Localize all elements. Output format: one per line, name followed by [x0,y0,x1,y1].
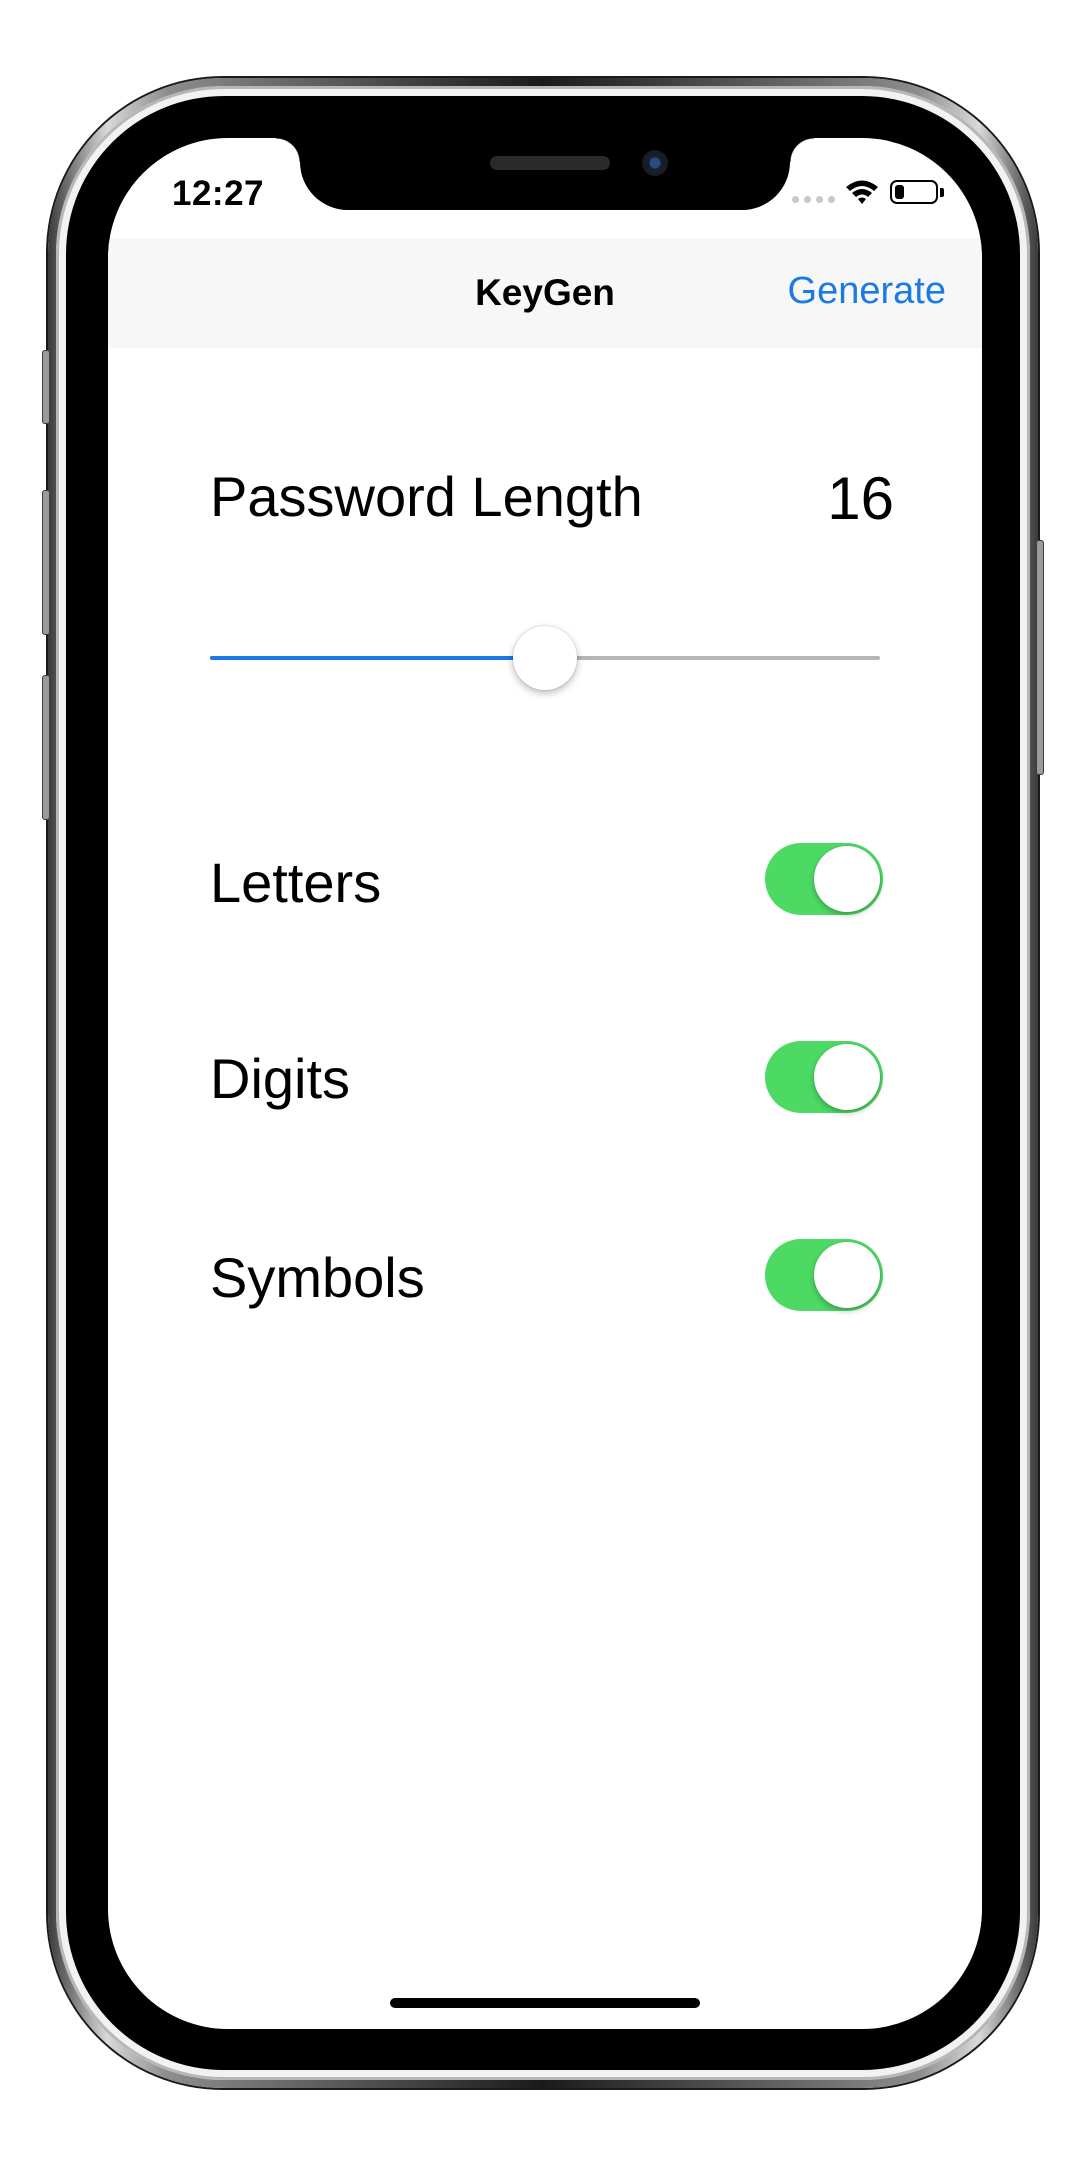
cellular-signal-icon [792,196,835,203]
generate-button[interactable]: Generate [788,270,946,313]
battery-tip [940,188,944,197]
symbols-toggle[interactable] [765,1239,883,1311]
toggle-knob [814,846,880,912]
toggle-knob [814,1242,880,1308]
home-indicator[interactable] [390,1998,700,2008]
password-length-label: Password Length [210,465,643,528]
wifi-icon [846,180,878,204]
navigation-bar: KeyGen Generate [108,238,982,348]
slider-fill [210,656,545,660]
password-length-slider[interactable] [210,626,880,690]
notch [276,138,814,210]
side-button-mute [42,350,50,424]
slider-thumb[interactable] [513,626,577,690]
password-length-value: 16 [827,465,894,532]
digits-toggle[interactable] [765,1041,883,1113]
earpiece-speaker [490,156,610,170]
letters-toggle[interactable] [765,843,883,915]
front-camera [642,150,668,176]
side-button-volume-down [42,675,50,820]
status-time: 12:27 [172,174,265,213]
battery-icon [890,180,938,204]
toggle-knob [814,1044,880,1110]
side-button-power [1036,540,1044,775]
digits-label: Digits [210,1047,351,1110]
letters-label: Letters [210,851,382,914]
side-button-volume-up [42,490,50,635]
screen: 12:27 KeyGen Generate Password Length 16… [108,138,982,2029]
battery-level [895,185,905,199]
symbols-label: Symbols [210,1246,425,1309]
